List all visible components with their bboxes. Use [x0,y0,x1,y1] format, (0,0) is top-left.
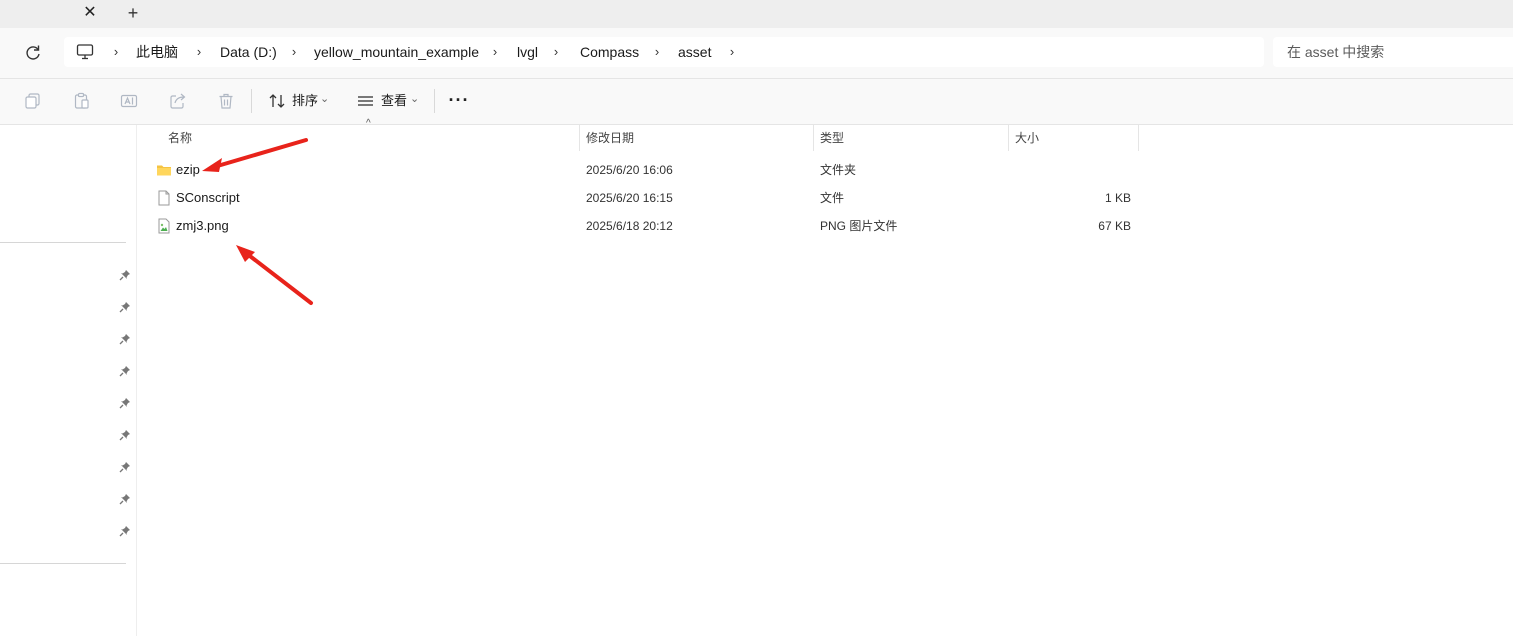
file-type: 文件夹 [820,163,857,177]
share-icon[interactable] [168,91,188,111]
red-arrow-to-zmj3 [236,245,313,305]
image-file-icon [156,218,172,234]
pin-icon[interactable] [119,269,131,281]
file-row-ezip[interactable]: ezip 2025/6/20 16:06 文件夹 [150,156,1140,184]
breadcrumb-item-drive[interactable]: Data (D:) [220,37,277,67]
chevron-down-icon: ⌄ [410,93,420,105]
pin-icon[interactable] [119,301,131,313]
chevron-right-icon[interactable]: › [110,37,122,67]
file-name: SConscript [176,190,240,205]
breadcrumb-item-project[interactable]: yellow_mountain_example [314,37,479,67]
view-button[interactable]: 查看 ⌄ [356,87,426,115]
file-row-zmj3-png[interactable]: zmj3.png 2025/6/18 20:12 PNG 图片文件 67 KB [150,212,1140,240]
file-type: PNG 图片文件 [820,219,898,233]
file-row-sconscript[interactable]: SConscript 2025/6/20 16:15 文件 1 KB [150,184,1140,212]
column-header-size[interactable]: 大小 [1015,125,1039,151]
close-tab-button[interactable]: ✕ [80,3,100,23]
copy-icon[interactable] [23,91,43,111]
pin-icon[interactable] [119,397,131,409]
chevron-right-icon[interactable]: › [726,37,738,67]
search-box[interactable] [1273,37,1513,67]
file-modified: 2025/6/20 16:06 [586,163,673,177]
view-label: 查看 [381,93,408,108]
file-size: 67 KB [1098,219,1131,233]
chevron-down-icon: ⌄ [320,93,330,105]
search-input[interactable] [1273,37,1513,67]
file-icon [156,190,172,206]
column-header-name[interactable]: 名称 [168,125,192,151]
tab-strip: ✕ + [0,0,1513,28]
column-divider[interactable] [1138,125,1139,151]
view-list-icon [356,91,376,111]
sort-icon [267,91,287,111]
file-size: 1 KB [1104,191,1131,205]
pin-icon[interactable] [119,461,131,473]
chevron-right-icon[interactable]: › [651,37,663,67]
address-bar[interactable]: › 此电脑 › Data (D:) › yellow_mountain_exam… [64,37,1264,67]
refresh-icon[interactable] [22,42,44,64]
chevron-right-icon[interactable]: › [193,37,205,67]
chevron-right-icon[interactable]: › [550,37,562,67]
address-row: › 此电脑 › Data (D:) › yellow_mountain_exam… [0,28,1513,79]
column-divider[interactable] [1008,125,1009,151]
rename-icon[interactable] [119,91,139,111]
file-name: ezip [176,162,200,177]
breadcrumb-item-compass[interactable]: Compass [580,37,639,67]
paste-icon[interactable] [72,91,92,111]
breadcrumb-item-lvgl[interactable]: lvgl [517,37,538,67]
pin-icon[interactable] [119,365,131,377]
chevron-right-icon[interactable]: › [489,37,501,67]
file-name: zmj3.png [176,218,229,233]
column-divider[interactable] [579,125,580,151]
file-modified: 2025/6/20 16:15 [586,191,673,205]
computer-icon [76,43,94,61]
pin-icon[interactable] [119,429,131,441]
breadcrumb-item-pc[interactable]: 此电脑 [136,37,178,67]
more-options-button[interactable]: ··· [448,87,470,115]
toolbar-divider [434,89,435,113]
sort-ascending-icon: ^ [366,118,371,129]
toolbar-divider [251,89,252,113]
new-tab-button[interactable]: + [123,3,143,23]
delete-icon[interactable] [216,91,236,111]
column-divider[interactable] [813,125,814,151]
nav-divider [0,242,126,243]
command-bar: 排序 ⌄ 查看 ⌄ ··· [0,79,1513,125]
column-header-modified[interactable]: 修改日期 [586,125,634,151]
sort-button[interactable]: 排序 ⌄ [267,87,337,115]
nav-divider [0,563,126,564]
tab-current[interactable]: ✕ [0,0,109,28]
pin-icon[interactable] [119,493,131,505]
pin-icon[interactable] [119,333,131,345]
pin-icon[interactable] [119,525,131,537]
sort-label: 排序 [292,93,319,108]
file-size [1030,156,1131,184]
chevron-right-icon[interactable]: › [288,37,300,67]
file-modified: 2025/6/18 20:12 [586,219,673,233]
navigation-pane [0,125,137,636]
column-header-type[interactable]: 类型 [820,125,844,151]
file-type: 文件 [820,191,845,205]
breadcrumb-item-asset[interactable]: asset [678,37,711,67]
folder-icon [156,162,172,178]
